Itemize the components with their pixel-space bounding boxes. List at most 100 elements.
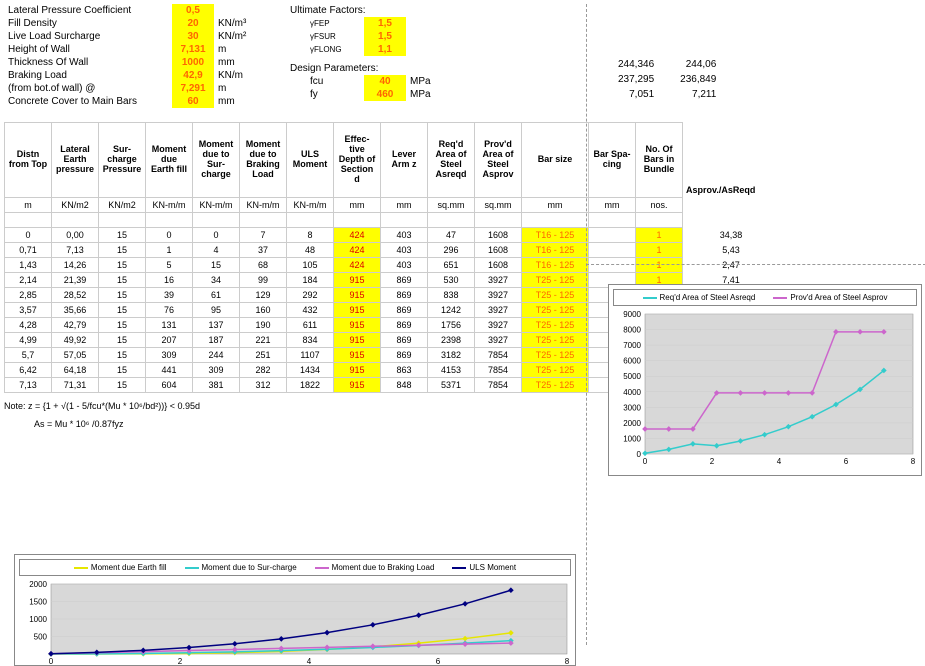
cell: 1822: [287, 378, 334, 393]
unit-cell: mm: [522, 198, 589, 213]
cell: 76: [146, 303, 193, 318]
input-value[interactable]: 60: [172, 95, 214, 108]
svg-text:1500: 1500: [29, 598, 47, 607]
cell: 7: [240, 228, 287, 243]
side-value: 244,346: [606, 58, 666, 71]
cell: 651: [428, 258, 475, 273]
cell: 4153: [428, 363, 475, 378]
factor-value[interactable]: 1,5: [364, 30, 406, 43]
cell: 309: [193, 363, 240, 378]
input-value[interactable]: 7,131: [172, 43, 214, 56]
cell: 1608: [475, 228, 522, 243]
cell: 49,92: [52, 333, 99, 348]
cell: 8: [287, 228, 334, 243]
input-unit: mm: [214, 95, 270, 108]
cell: 7854: [475, 363, 522, 378]
svg-text:9000: 9000: [623, 310, 641, 319]
cell: 432: [287, 303, 334, 318]
table-row: 0,717,13151437484244032961608T16 - 12515…: [5, 243, 780, 258]
cell: 251: [240, 348, 287, 363]
input-value[interactable]: 1000: [172, 56, 214, 69]
cell: 99: [240, 273, 287, 288]
cell: 611: [287, 318, 334, 333]
side-value: 7,211: [668, 88, 728, 101]
cell: 4: [193, 243, 240, 258]
input-value[interactable]: 20: [172, 17, 214, 30]
cell: 403: [381, 228, 428, 243]
cell: 1107: [287, 348, 334, 363]
input-unit: KN/m³: [214, 17, 270, 30]
input-label: Concrete Cover to Main Bars: [4, 95, 172, 108]
cell: 1608: [475, 258, 522, 273]
design-value[interactable]: 460: [364, 88, 406, 101]
cell: 5: [146, 258, 193, 273]
input-label: Thickness Of Wall: [4, 56, 172, 69]
input-value[interactable]: 42,9: [172, 69, 214, 82]
cell: 37: [240, 243, 287, 258]
cell: 3927: [475, 273, 522, 288]
cell: 7854: [475, 348, 522, 363]
design-unit: MPa: [406, 88, 462, 101]
unit-cell: KN/m2: [99, 198, 146, 213]
cell: T16 - 125: [522, 243, 589, 258]
cell: 14,26: [52, 258, 99, 273]
cell: 15: [99, 378, 146, 393]
input-value[interactable]: 30: [172, 30, 214, 43]
cell: 424: [334, 258, 381, 273]
cell: 915: [334, 363, 381, 378]
cell: 1,43: [5, 258, 52, 273]
col-header: Distn from Top: [5, 123, 52, 198]
unit-cell: m: [5, 198, 52, 213]
svg-text:0: 0: [49, 657, 54, 666]
cell: [589, 258, 636, 273]
cell: 3927: [475, 333, 522, 348]
cell: 15: [193, 258, 240, 273]
side-value: 236,849: [668, 73, 728, 86]
cell: 2,85: [5, 288, 52, 303]
cell: 604: [146, 378, 193, 393]
factor-value[interactable]: 1,1: [364, 43, 406, 56]
cell: 309: [146, 348, 193, 363]
cell: 160: [240, 303, 287, 318]
input-value[interactable]: 0,5: [172, 4, 214, 17]
cell: 15: [99, 288, 146, 303]
svg-text:1000: 1000: [623, 434, 641, 443]
col-header: Req'd Area of Steel Asreqd: [428, 123, 475, 198]
unit-cell: sq.mm: [475, 198, 522, 213]
cell: 0,71: [5, 243, 52, 258]
svg-text:1000: 1000: [29, 615, 47, 624]
cell: 915: [334, 348, 381, 363]
legend-item: Moment due Earth fill: [74, 563, 167, 572]
unit-cell: mm: [334, 198, 381, 213]
input-unit: mm: [214, 56, 270, 69]
cell: 15: [99, 303, 146, 318]
input-label: Lateral Pressure Coefficient: [4, 4, 172, 17]
cell: T25 - 125: [522, 333, 589, 348]
cell: 1608: [475, 243, 522, 258]
svg-text:8: 8: [911, 457, 916, 466]
chart-moments: Moment due Earth fillMoment due to Sur-c…: [14, 554, 576, 666]
input-value[interactable]: 7,291: [172, 82, 214, 95]
input-label: Height of Wall: [4, 43, 172, 56]
factor-label: γFLONG: [306, 43, 364, 56]
cell: 915: [334, 333, 381, 348]
cell: 15: [99, 243, 146, 258]
svg-text:8: 8: [565, 657, 570, 666]
cell: 35,66: [52, 303, 99, 318]
cell: 312: [240, 378, 287, 393]
design-value[interactable]: 40: [364, 75, 406, 88]
cell: 915: [334, 273, 381, 288]
cell: 61: [193, 288, 240, 303]
cell: T16 - 125: [522, 228, 589, 243]
cell: 0: [146, 228, 193, 243]
svg-text:4: 4: [777, 457, 782, 466]
cell: 47: [428, 228, 475, 243]
chart-steel-area: Req'd Area of Steel AsreqdProv'd Area of…: [608, 284, 922, 476]
col-header: Bar Spa-cing: [589, 123, 636, 198]
input-label: Braking Load: [4, 69, 172, 82]
factor-value[interactable]: 1,5: [364, 17, 406, 30]
svg-text:6: 6: [844, 457, 849, 466]
svg-text:2000: 2000: [623, 419, 641, 428]
cell: [589, 243, 636, 258]
col-header: ULS Moment: [287, 123, 334, 198]
